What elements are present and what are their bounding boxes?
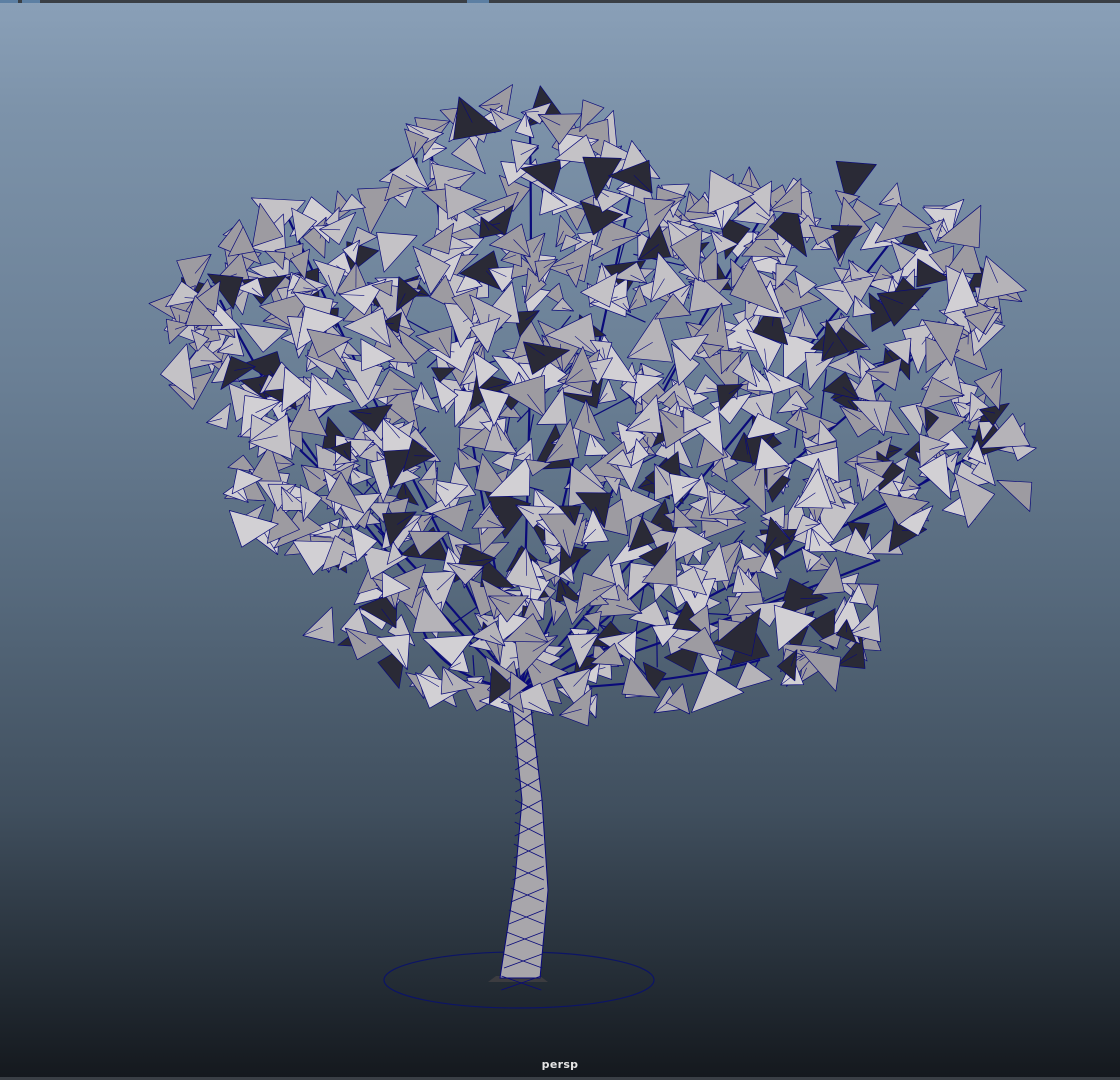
leaf-facet: [422, 634, 476, 666]
twig-edge: [366, 457, 368, 487]
leaf-facet: [977, 255, 1027, 301]
tree-model-wireframe[interactable]: [0, 0, 1120, 1080]
camera-name-label: persp: [541, 1058, 579, 1071]
leaf-facet: [691, 669, 745, 713]
leaf-facet: [349, 467, 374, 486]
leaf-facet: [626, 312, 673, 363]
trunk-surface: [499, 678, 549, 979]
tree-trunk-mesh[interactable]: [499, 678, 549, 991]
leaf-facet: [240, 323, 289, 353]
perspective-viewport[interactable]: persp: [0, 0, 1120, 1080]
leaf-facet: [420, 459, 437, 481]
leaf-facet: [206, 403, 231, 430]
leaf-facet: [302, 606, 335, 644]
leaf-facet: [996, 480, 1033, 512]
leaf-facet: [451, 135, 486, 175]
leaf-facet: [376, 231, 418, 273]
twig-edge: [472, 655, 475, 676]
